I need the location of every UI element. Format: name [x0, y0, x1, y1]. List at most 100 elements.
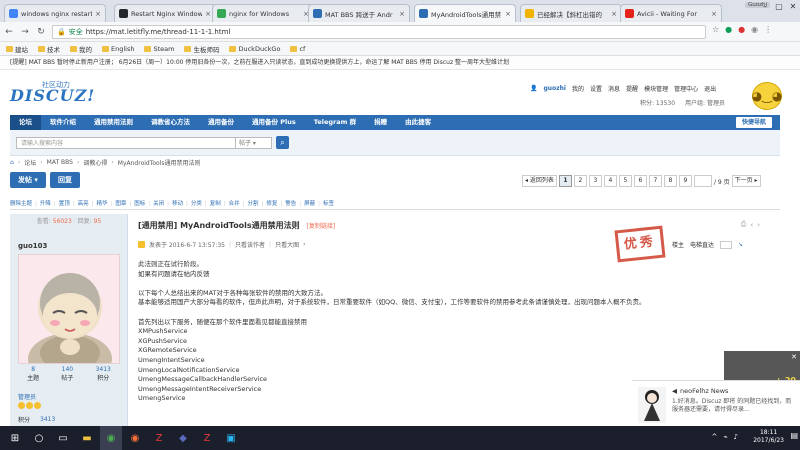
close-tab-icon[interactable]: × — [505, 10, 511, 18]
moderation-action[interactable]: 分类 — [191, 198, 202, 210]
forward-icon[interactable]: → — [18, 25, 32, 39]
nav-item[interactable]: 通用备份 Plus — [243, 115, 305, 130]
bookmark-item[interactable]: 技术 — [38, 44, 60, 54]
breadcrumb-item[interactable]: MAT BBS — [47, 159, 73, 166]
breadcrumb-item[interactable]: MyAndroidTools通用禁用法则 — [118, 158, 201, 167]
user-link[interactable]: 退出 — [704, 84, 716, 93]
taskbar-clock[interactable]: 18:11 2017/6/23 — [753, 429, 784, 445]
search-scope-select[interactable]: 帖子 ▾ — [236, 137, 272, 149]
author-only-link[interactable]: 只看该作者 — [235, 240, 265, 249]
task-view-icon[interactable]: ▭ — [52, 426, 74, 450]
page-number[interactable]: 1 — [558, 175, 572, 187]
filezilla-icon[interactable]: Z — [148, 426, 170, 450]
nav-item[interactable]: 由此捷客 — [396, 115, 440, 130]
moderation-action[interactable]: 屏蔽 — [304, 198, 315, 210]
bookmark-item[interactable]: 我的 — [70, 44, 92, 54]
star-icon[interactable]: ☆ — [712, 25, 719, 34]
user-link[interactable]: 管理中心 — [674, 84, 698, 93]
news-popup[interactable]: ◀ neoFelhz News 1.好消息。Discuz 即将 的同题已经找到，… — [632, 380, 800, 426]
close-window-icon[interactable]: ✕ — [786, 0, 800, 14]
page-number[interactable]: 3 — [588, 175, 602, 187]
reply-button[interactable]: 回复 — [49, 172, 80, 188]
nav-item[interactable]: 软件介绍 — [41, 115, 85, 130]
volume-icon[interactable]: ♪ — [734, 433, 738, 441]
user-link[interactable]: 我的 — [572, 84, 584, 93]
moderation-action[interactable]: 复制 — [210, 198, 221, 210]
browser-tab[interactable]: MyAndroidTools通用禁 × — [414, 4, 516, 22]
moderation-action[interactable]: 分割 — [248, 198, 259, 210]
author-name[interactable]: guo103 — [18, 242, 47, 250]
search-icon[interactable]: ⌕ — [276, 136, 289, 149]
bookmark-item[interactable]: 生板师码 — [184, 44, 219, 54]
close-tab-icon[interactable]: × — [611, 10, 617, 18]
back-icon[interactable]: ← — [2, 25, 16, 39]
copy-link-tag[interactable]: [复制链接] — [306, 223, 335, 230]
chrome-icon[interactable]: ◉ — [100, 426, 122, 450]
browser-tab[interactable]: windows nginx restart × — [4, 4, 106, 22]
big-image-link[interactable]: 只看大图 — [275, 240, 299, 249]
extension-icon-3[interactable]: ◉ — [751, 25, 758, 34]
reload-icon[interactable]: ↻ — [34, 25, 48, 39]
author-stat[interactable]: 140 帖子 — [61, 366, 73, 382]
site-logo[interactable]: DISCUZ! — [10, 86, 95, 105]
user-link[interactable]: 设置 — [590, 84, 602, 93]
points-label[interactable]: 积分: 13530 — [640, 98, 675, 107]
page-number[interactable]: 5 — [618, 175, 632, 187]
username-link[interactable]: guozhi — [543, 85, 566, 92]
extension-icon[interactable]: ● — [725, 25, 732, 34]
moderation-action[interactable]: 标签 — [323, 198, 334, 210]
close-tab-icon[interactable]: × — [95, 10, 101, 18]
page-number[interactable]: 4 — [603, 175, 617, 187]
author-group[interactable]: 管理员 — [18, 392, 36, 401]
page-number[interactable]: 9 — [678, 175, 692, 187]
close-tab-icon[interactable]: × — [711, 10, 717, 18]
moderation-action[interactable]: 置顶 — [59, 198, 70, 210]
browser-tab[interactable]: MAT BBS 跨送于 Andr × — [308, 4, 410, 22]
page-number[interactable]: 6 — [633, 175, 647, 187]
bookmark-item[interactable]: DuckDuckGo — [229, 45, 280, 53]
author-stat[interactable]: 8 主题 — [27, 366, 39, 382]
breadcrumb-item[interactable]: 调教心得 — [83, 158, 107, 167]
nav-item[interactable]: 捐赠 — [365, 115, 396, 130]
jump-icon[interactable]: ↘ — [738, 241, 743, 248]
home-icon[interactable]: ⌂ — [10, 159, 14, 166]
moderation-action[interactable]: 移动 — [172, 198, 183, 210]
browser-tab[interactable]: Restart Nginx Window × — [114, 4, 216, 22]
breadcrumb-item[interactable]: 论坛 — [24, 158, 36, 167]
quick-nav-button[interactable]: 快捷导航 — [735, 117, 772, 128]
group-label[interactable]: 用户组: 管理员 — [685, 98, 725, 107]
moderation-action[interactable]: 删除主题 — [10, 198, 32, 210]
browser-tab[interactable]: nginx for Windows × — [212, 4, 314, 22]
nav-item[interactable]: Telegram 群 — [305, 115, 365, 130]
page-jump-input[interactable] — [693, 175, 712, 187]
bookmark-item[interactable]: cf — [290, 45, 305, 53]
maximize-icon[interactable]: ▢ — [772, 0, 786, 14]
file-explorer-icon[interactable]: ▬ — [76, 426, 98, 450]
bookmark-item[interactable]: 建站 — [6, 44, 28, 54]
browser-tab[interactable]: Avicii - Waiting For × — [620, 4, 722, 22]
floor-jump-input[interactable] — [720, 240, 733, 249]
notification-icon[interactable]: ▤ — [790, 431, 798, 440]
bookmark-item[interactable]: Steam — [144, 45, 174, 53]
close-tab-icon[interactable]: × — [205, 10, 211, 18]
extension-icon-2[interactable]: ● — [738, 25, 745, 34]
new-post-button[interactable]: 发帖 ▾ — [10, 172, 46, 188]
nav-item[interactable]: 通用备份 — [199, 115, 243, 130]
nav-item[interactable]: 通用禁用法则 — [85, 115, 142, 130]
credit-value[interactable]: 3413 — [40, 416, 55, 423]
nav-item[interactable]: 调教省心方法 — [142, 115, 199, 130]
next-page-button[interactable]: 下一页 ▸ — [731, 175, 761, 187]
user-link[interactable]: 模块管理 — [644, 84, 668, 93]
user-link[interactable]: 提醒 — [626, 84, 638, 93]
moderation-action[interactable]: 警告 — [285, 198, 296, 210]
close-icon[interactable]: ✕ — [791, 353, 797, 361]
page-number[interactable]: 8 — [663, 175, 677, 187]
next-thread-icon[interactable]: › — [757, 221, 760, 229]
close-tab-icon[interactable]: × — [399, 10, 405, 18]
nav-item[interactable]: 论坛 — [10, 115, 41, 130]
user-link[interactable]: 消息 — [608, 84, 620, 93]
author-stat[interactable]: 3413 积分 — [96, 366, 111, 382]
app-icon[interactable]: ◆ — [172, 426, 194, 450]
filezilla-icon-2[interactable]: Z — [196, 426, 218, 450]
network-icon[interactable]: ⌁ — [723, 433, 727, 441]
